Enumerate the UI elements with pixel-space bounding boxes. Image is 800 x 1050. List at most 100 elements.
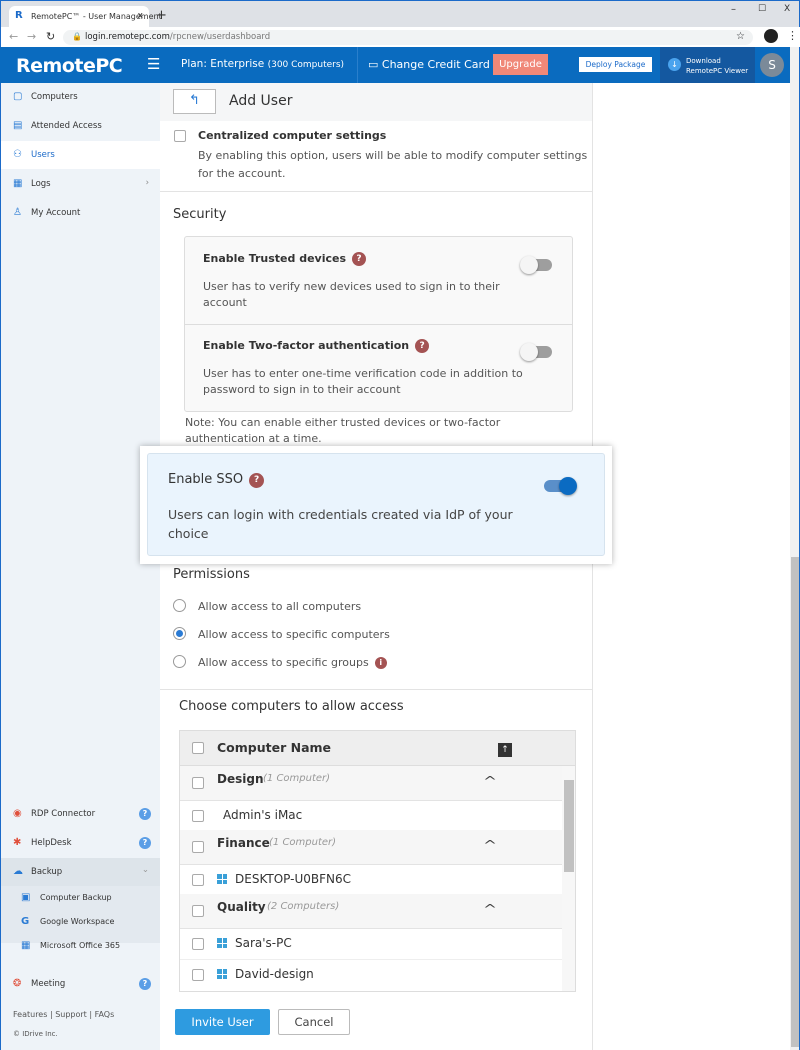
minimize-icon[interactable]: – xyxy=(731,4,736,15)
change-credit-card-link[interactable]: ▭ Change Credit Card xyxy=(368,58,490,71)
checkbox[interactable] xyxy=(192,777,204,789)
table-row[interactable]: Admin's iMac xyxy=(180,801,562,830)
computers-icon: ▢ xyxy=(13,91,23,102)
radio-specific-computers[interactable] xyxy=(173,627,186,640)
back-icon[interactable]: ← xyxy=(9,30,18,43)
browser-chrome: R RemotePC™ - User Management x + – ☐ X … xyxy=(0,0,800,48)
forward-icon[interactable]: → xyxy=(27,30,36,43)
sidebar-item-helpdesk[interactable]: ✱ HelpDesk? xyxy=(1,829,161,857)
download-label-2: RemotePC Viewer xyxy=(686,67,749,75)
checkbox[interactable] xyxy=(192,874,204,886)
checkbox[interactable] xyxy=(192,969,204,981)
app-header: RemotePC ☰ Plan: Enterprise (300 Compute… xyxy=(0,47,790,83)
sso-card: Enable SSO? Users can login with credent… xyxy=(140,446,612,564)
trusted-desc: User has to verify new devices used to s… xyxy=(203,280,500,309)
profile-icon[interactable] xyxy=(764,29,778,43)
radio-specific-groups[interactable] xyxy=(173,655,186,668)
sidebar-item-meeting[interactable]: ❂ Meeting? xyxy=(1,970,161,998)
trusted-devices-toggle[interactable] xyxy=(520,256,552,274)
new-tab-icon[interactable]: + xyxy=(156,8,167,23)
sidebar-item-my-account[interactable]: ♙ My Account xyxy=(1,199,161,227)
users-icon: ⚇ xyxy=(13,149,22,160)
radio-all-computers[interactable] xyxy=(173,599,186,612)
group-count: (1 Computer) xyxy=(263,773,331,784)
select-all-checkbox[interactable] xyxy=(192,742,204,754)
sidebar-item-rdp-connector[interactable]: ◉ RDP Connector? xyxy=(1,800,161,828)
chevron-up-icon[interactable]: ^ xyxy=(483,838,497,852)
security-box: Enable Trusted devices? User has to veri… xyxy=(184,236,573,412)
browser-tab[interactable]: R RemotePC™ - User Management x xyxy=(9,6,162,27)
download-viewer-button[interactable]: ↓ Download RemotePC Viewer xyxy=(660,47,755,83)
logs-icon: ▦ xyxy=(13,178,23,189)
download-label-1: Download xyxy=(686,57,721,65)
deploy-package-button[interactable]: Deploy Package xyxy=(579,57,652,72)
url-host: login.remotepc.com xyxy=(85,32,170,42)
bookmark-star-icon[interactable]: ☆ xyxy=(736,31,745,42)
attended-access-icon: ▤ xyxy=(13,120,23,131)
twofa-desc: User has to enter one-time verification … xyxy=(203,367,523,396)
security-note: Note: You can enable either trusted devi… xyxy=(185,416,501,445)
features-link[interactable]: Features xyxy=(13,1010,47,1019)
url-path: /rpcnew/userdashboard xyxy=(169,32,271,42)
lifebuoy-icon: ✱ xyxy=(13,837,22,848)
meeting-icon: ❂ xyxy=(13,978,22,989)
maximize-icon[interactable]: ☐ xyxy=(758,4,766,14)
group-row[interactable]: Design (1 Computer) ^ xyxy=(180,766,562,801)
avatar[interactable]: S xyxy=(760,53,784,77)
help-icon[interactable]: ? xyxy=(415,339,430,353)
invite-user-button[interactable]: Invite User xyxy=(175,1009,270,1035)
group-name: Finance xyxy=(217,836,270,850)
help-icon[interactable]: ? xyxy=(139,808,151,820)
table-scrollbar[interactable] xyxy=(562,766,575,991)
close-tab-icon[interactable]: x xyxy=(138,11,143,21)
centralized-checkbox[interactable] xyxy=(174,130,186,142)
upgrade-button[interactable]: Upgrade xyxy=(493,54,548,75)
support-link[interactable]: Support xyxy=(55,1010,87,1019)
label: Users xyxy=(31,150,55,160)
checkbox[interactable] xyxy=(192,938,204,950)
chevron-up-icon[interactable]: ^ xyxy=(483,902,497,916)
address-bar[interactable]: 🔒 login.remotepc.com/rpcnew/userdashboar… xyxy=(63,30,753,45)
help-icon[interactable]: ? xyxy=(249,473,265,488)
help-icon[interactable]: ? xyxy=(139,978,151,990)
back-button[interactable]: ↰ xyxy=(173,89,216,114)
label: RDP Connector xyxy=(31,809,96,819)
help-icon[interactable]: ? xyxy=(352,252,367,266)
scroll-top-icon[interactable]: ↑ xyxy=(498,743,512,757)
page-scrollbar[interactable] xyxy=(790,47,800,1050)
group-name: Quality xyxy=(217,900,266,914)
sidebar-item-logs[interactable]: ▦ Logs › xyxy=(1,170,161,198)
label: Google Workspace xyxy=(40,917,115,926)
checkbox[interactable] xyxy=(192,905,204,917)
hamburger-menu-icon[interactable]: ☰ xyxy=(147,55,160,73)
group-count: (1 Computer) xyxy=(269,837,337,848)
option-label: Allow access to specific computers xyxy=(198,628,390,641)
sidebar-item-computers[interactable]: ▢ Computers xyxy=(1,83,161,111)
two-factor-toggle[interactable] xyxy=(520,343,552,361)
table-row[interactable]: David-design xyxy=(180,960,562,991)
label: Computer Backup xyxy=(40,893,112,902)
help-icon[interactable]: ? xyxy=(139,837,151,849)
menu-icon[interactable]: ⋮ xyxy=(787,29,798,42)
faqs-link[interactable]: FAQs xyxy=(95,1010,115,1019)
sidebar-item-backup[interactable]: ☁ Backup ⌄ xyxy=(1,858,161,886)
logo[interactable]: RemotePC xyxy=(16,55,123,77)
account-icon: ♙ xyxy=(13,207,22,218)
sidebar-item-office-365[interactable]: ▦ Microsoft Office 365 xyxy=(1,932,161,960)
reload-icon[interactable]: ↻ xyxy=(46,30,55,43)
checkbox[interactable] xyxy=(192,841,204,853)
sidebar-item-users[interactable]: ⚇ Users xyxy=(1,141,161,169)
lock-icon: 🔒 xyxy=(72,32,82,41)
checkbox[interactable] xyxy=(192,810,204,822)
sidebar-item-attended-access[interactable]: ▤ Attended Access xyxy=(1,112,161,140)
info-icon[interactable]: i xyxy=(374,657,387,669)
chevron-up-icon[interactable]: ^ xyxy=(483,774,497,788)
group-row[interactable]: Quality (2 Computers) ^ xyxy=(180,894,562,929)
sso-toggle[interactable] xyxy=(544,477,577,495)
group-row[interactable]: Finance (1 Computer) ^ xyxy=(180,830,562,865)
close-window-icon[interactable]: X xyxy=(784,4,790,14)
footer-links: Features | Support | FAQs xyxy=(13,1010,115,1019)
table-row[interactable]: DESKTOP-U0BFN6C xyxy=(180,865,562,894)
table-row[interactable]: Sara's-PC xyxy=(180,929,562,960)
cancel-button[interactable]: Cancel xyxy=(278,1009,350,1035)
